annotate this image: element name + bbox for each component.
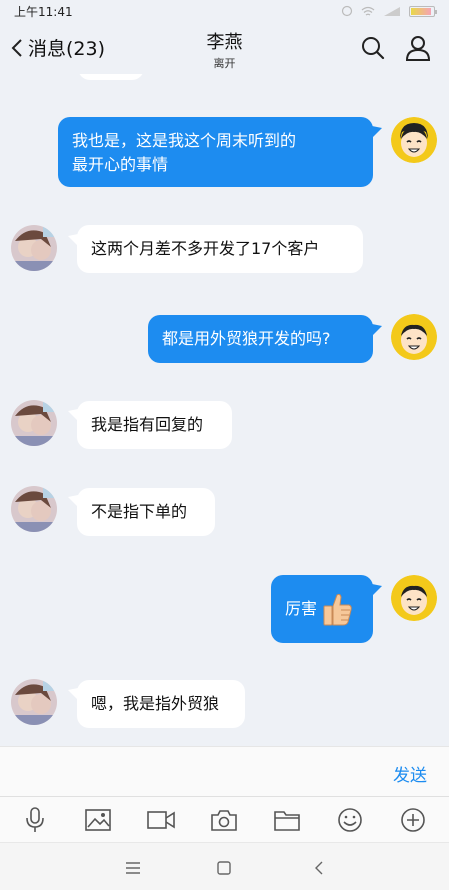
bubble-tail	[372, 584, 382, 596]
cartoon-face-avatar-icon	[391, 314, 437, 360]
message-line: 我也是，这是我这个周末听到的	[72, 131, 297, 150]
message-line: 嗯，我是指外贸狼	[91, 694, 220, 713]
photo-avatar-icon	[11, 225, 57, 271]
signal-icon	[384, 6, 400, 16]
message-line: 都是用外贸狼开发的吗?	[162, 329, 331, 348]
wifi-icon	[361, 6, 375, 16]
send-button[interactable]: 发送	[393, 761, 427, 786]
input-toolbar	[0, 796, 449, 842]
cartoon-face-avatar-icon	[391, 575, 437, 621]
message-input[interactable]: 发送	[0, 746, 449, 796]
bubble-tail	[372, 126, 382, 138]
system-nav-bar	[0, 842, 449, 890]
back-nav-icon[interactable]	[308, 857, 330, 879]
battery-icon	[409, 5, 437, 17]
system-icons	[341, 5, 437, 17]
thumbs-up-icon	[323, 593, 352, 626]
camera-icon[interactable]	[209, 805, 239, 835]
menu-icon[interactable]	[122, 857, 144, 879]
home-icon[interactable]	[213, 857, 235, 879]
message-line: 这两个月差不多开发了17个客户	[91, 239, 320, 258]
my-avatar[interactable]	[391, 117, 437, 163]
message-bubble[interactable]: 我也是，这是我这个周末听到的 最开心的事情	[58, 117, 373, 187]
message-line: 不是指下单的	[91, 502, 188, 521]
cartoon-face-avatar-icon	[391, 117, 437, 163]
status-bar: 上午11:41	[0, 0, 449, 22]
contact-avatar[interactable]	[11, 679, 57, 725]
message-line: 厉害	[285, 599, 318, 618]
contact-avatar[interactable]	[11, 400, 57, 446]
my-avatar[interactable]	[391, 575, 437, 621]
message-bubble[interactable]: 嗯，我是指外贸狼	[77, 680, 245, 728]
folder-icon[interactable]	[272, 805, 302, 835]
profile-icon[interactable]	[404, 34, 432, 62]
message-bubble[interactable]: 都是用外贸狼开发的吗?	[148, 315, 373, 363]
emoji-icon[interactable]	[335, 805, 365, 835]
contact-avatar[interactable]	[11, 225, 57, 271]
video-icon[interactable]	[146, 805, 176, 835]
message-bubble[interactable]: 厉害	[271, 575, 373, 643]
message-line: 最开心的事情	[72, 155, 169, 174]
contact-avatar[interactable]	[11, 486, 57, 532]
status-time: 上午11:41	[14, 5, 73, 19]
alarm-icon	[341, 5, 353, 17]
photo-avatar-icon	[11, 486, 57, 532]
message-bubble[interactable]: 这两个月差不多开发了17个客户	[77, 225, 363, 273]
mic-icon[interactable]	[20, 805, 50, 835]
search-icon[interactable]	[360, 35, 386, 61]
chat-header: 消息(23) 李燕 离开	[0, 22, 449, 74]
message-bubble[interactable]: 我是指有回复的	[77, 401, 232, 449]
message-line: 我是指有回复的	[91, 415, 204, 434]
image-icon[interactable]	[83, 805, 113, 835]
bubble-tail	[372, 324, 382, 336]
message-bubble[interactable]: 不是指下单的	[77, 488, 215, 536]
message-list[interactable]: 我也是，这是我这个周末听到的 最开心的事情 这两个月差不多开发了17个客户 都是…	[0, 74, 449, 746]
plus-icon[interactable]	[398, 805, 428, 835]
photo-avatar-icon	[11, 679, 57, 725]
my-avatar[interactable]	[391, 314, 437, 360]
photo-avatar-icon	[11, 400, 57, 446]
message-bubble-partial[interactable]	[78, 74, 144, 80]
